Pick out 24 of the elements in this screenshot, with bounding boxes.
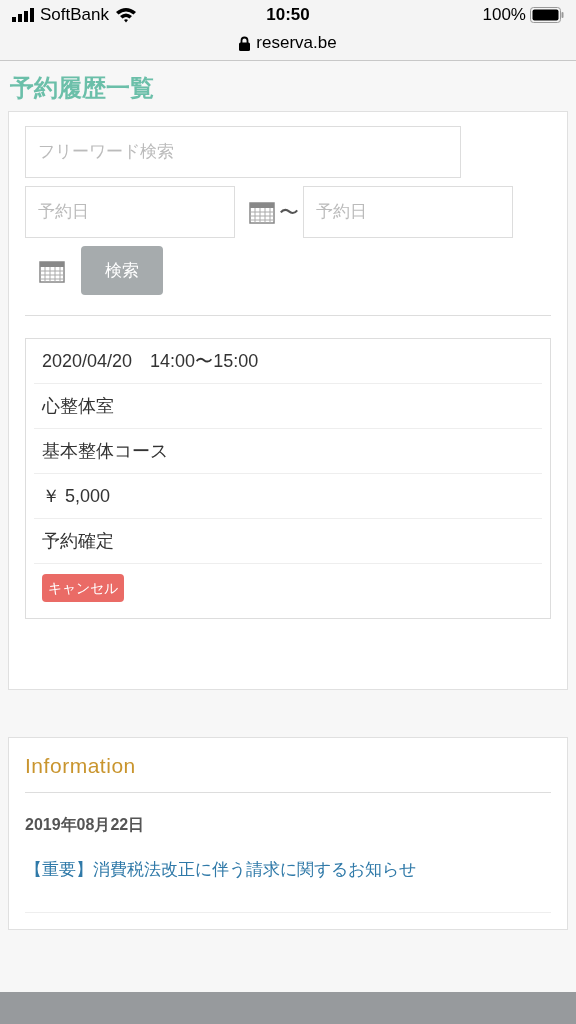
- shop-name: 心整体室: [42, 394, 114, 418]
- news-link[interactable]: 【重要】消費税法改正に伴う請求に関するお知らせ: [25, 856, 551, 882]
- information-title: Information: [25, 738, 551, 793]
- battery-percent: 100%: [482, 4, 526, 27]
- carrier-name: SoftBank: [40, 4, 109, 27]
- calendar-icon[interactable]: [249, 200, 275, 224]
- clock-time: 10:50: [266, 4, 310, 27]
- keyword-field[interactable]: フリーワード検索: [25, 126, 461, 178]
- price: ￥ 5,000: [42, 484, 111, 508]
- reservation-datetime: 2020/04/20 14:00〜15:00: [42, 349, 259, 373]
- calendar-icon[interactable]: [39, 258, 65, 283]
- date-to-field[interactable]: 予約日: [303, 186, 513, 238]
- range-separator: 〜: [279, 200, 299, 225]
- reservation-status: 予約確定: [42, 529, 114, 553]
- course-name: 基本整体コース: [42, 439, 168, 463]
- news-date: 2019年08月22日: [25, 814, 146, 835]
- cancel-button[interactable]: キャンセル: [42, 574, 124, 602]
- wifi-icon: [115, 7, 137, 23]
- battery-icon: [530, 7, 564, 23]
- lock-icon: [239, 35, 251, 51]
- page-title: 予約履歴一覧: [9, 73, 155, 103]
- signal-icon: [12, 8, 34, 22]
- date-from-field[interactable]: 予約日: [25, 186, 235, 238]
- url-text[interactable]: reserva.be: [256, 30, 337, 56]
